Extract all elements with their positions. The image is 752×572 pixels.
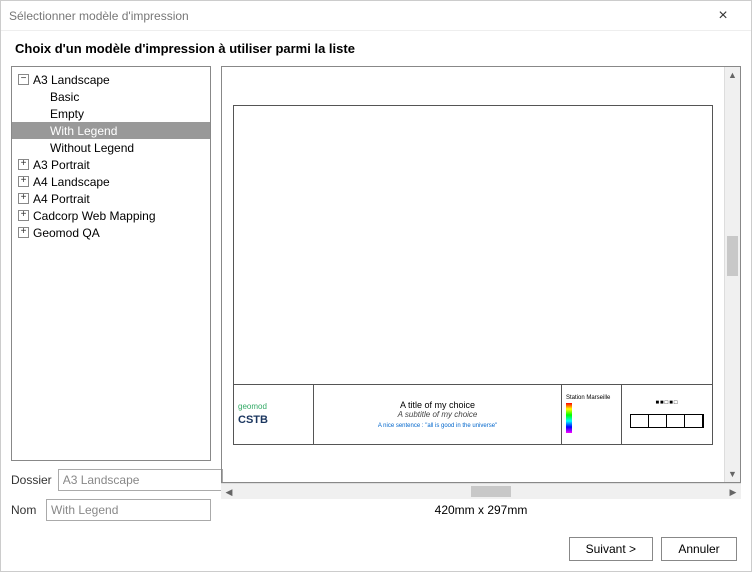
tree-item-a3-portrait[interactable]: +A3 Portrait — [12, 156, 210, 173]
vertical-scrollbar[interactable]: ▲ ▼ — [724, 67, 740, 482]
tree-label: A3 Landscape — [33, 73, 110, 87]
expand-icon[interactable]: + — [18, 159, 29, 170]
preview-viewport: geomod CSTB A title of my choice A subti… — [222, 67, 724, 482]
hscroll-track[interactable] — [237, 484, 725, 499]
expand-icon[interactable]: + — [18, 193, 29, 204]
dossier-label: Dossier — [11, 473, 52, 487]
scalebar-icon: ■■□■□ — [655, 400, 678, 406]
close-icon[interactable]: × — [703, 7, 743, 25]
nom-label: Nom — [11, 503, 40, 517]
legend-block: Station Marseille — [562, 385, 622, 444]
preview-title: A title of my choice — [400, 400, 475, 410]
next-button[interactable]: Suivant > — [569, 537, 653, 561]
scroll-right-icon[interactable]: ▶ — [725, 484, 741, 499]
geomod-logo: geomod — [238, 402, 309, 411]
logo-block: geomod CSTB — [234, 385, 314, 444]
preview-caption: A nice sentence : "all is good in the un… — [378, 423, 497, 429]
right-panel: geomod CSTB A title of my choice A subti… — [221, 66, 741, 521]
map-placeholder — [234, 106, 712, 384]
window-title: Sélectionner modèle d'impression — [9, 9, 703, 23]
tree-item-a4-landscape[interactable]: +A4 Landscape — [12, 173, 210, 190]
dimensions-label: 420mm x 297mm — [221, 499, 741, 521]
scroll-up-icon[interactable]: ▲ — [725, 67, 740, 83]
scale-grid — [630, 414, 704, 428]
titlebar: Sélectionner modèle d'impression × — [1, 1, 751, 31]
tree-item-geomod-qa[interactable]: +Geomod QA — [12, 224, 210, 241]
tree-item-without-legend[interactable]: Without Legend — [12, 139, 210, 156]
tree-item-empty[interactable]: Empty — [12, 105, 210, 122]
legend-title: Station Marseille — [566, 395, 617, 401]
cancel-button[interactable]: Annuler — [661, 537, 737, 561]
nom-row: Nom — [11, 499, 211, 521]
left-panel: − A3 Landscape Basic Empty With Legend W… — [11, 66, 211, 521]
expand-icon[interactable]: + — [18, 176, 29, 187]
scale-block: ■■□■□ — [622, 385, 712, 444]
preview-subtitle: A subtitle of my choice — [398, 410, 478, 419]
template-tree[interactable]: − A3 Landscape Basic Empty With Legend W… — [11, 66, 211, 461]
expand-icon[interactable]: + — [18, 210, 29, 221]
nom-input[interactable] — [46, 499, 211, 521]
horizontal-scrollbar[interactable]: ◀ ▶ — [221, 483, 741, 499]
cstb-logo: CSTB — [238, 414, 309, 426]
tree-item-cadcorp[interactable]: +Cadcorp Web Mapping — [12, 207, 210, 224]
hscroll-thumb[interactable] — [471, 486, 511, 497]
expand-icon[interactable]: + — [18, 227, 29, 238]
title-block: A title of my choice A subtitle of my ch… — [314, 385, 562, 444]
content-area: − A3 Landscape Basic Empty With Legend W… — [1, 66, 751, 527]
dossier-row: Dossier — [11, 469, 211, 491]
scroll-left-icon[interactable]: ◀ — [221, 484, 237, 499]
dialog-footer: Suivant > Annuler — [1, 527, 751, 571]
tree-item-basic[interactable]: Basic — [12, 88, 210, 105]
instruction-text: Choix d'un modèle d'impression à utilise… — [1, 31, 751, 66]
page-preview: geomod CSTB A title of my choice A subti… — [233, 105, 713, 445]
tree-root-a3-landscape[interactable]: − A3 Landscape — [12, 71, 210, 88]
tree-item-a4-portrait[interactable]: +A4 Portrait — [12, 190, 210, 207]
vscroll-thumb[interactable] — [727, 236, 738, 276]
preview-container: geomod CSTB A title of my choice A subti… — [221, 66, 741, 483]
legend-colorbar — [566, 403, 572, 433]
scroll-down-icon[interactable]: ▼ — [725, 466, 740, 482]
dialog-window: Sélectionner modèle d'impression × Choix… — [0, 0, 752, 572]
dossier-input[interactable] — [58, 469, 223, 491]
page-footer: geomod CSTB A title of my choice A subti… — [234, 384, 712, 444]
vscroll-track[interactable] — [725, 83, 740, 466]
tree-item-with-legend[interactable]: With Legend — [12, 122, 210, 139]
collapse-icon[interactable]: − — [18, 74, 29, 85]
